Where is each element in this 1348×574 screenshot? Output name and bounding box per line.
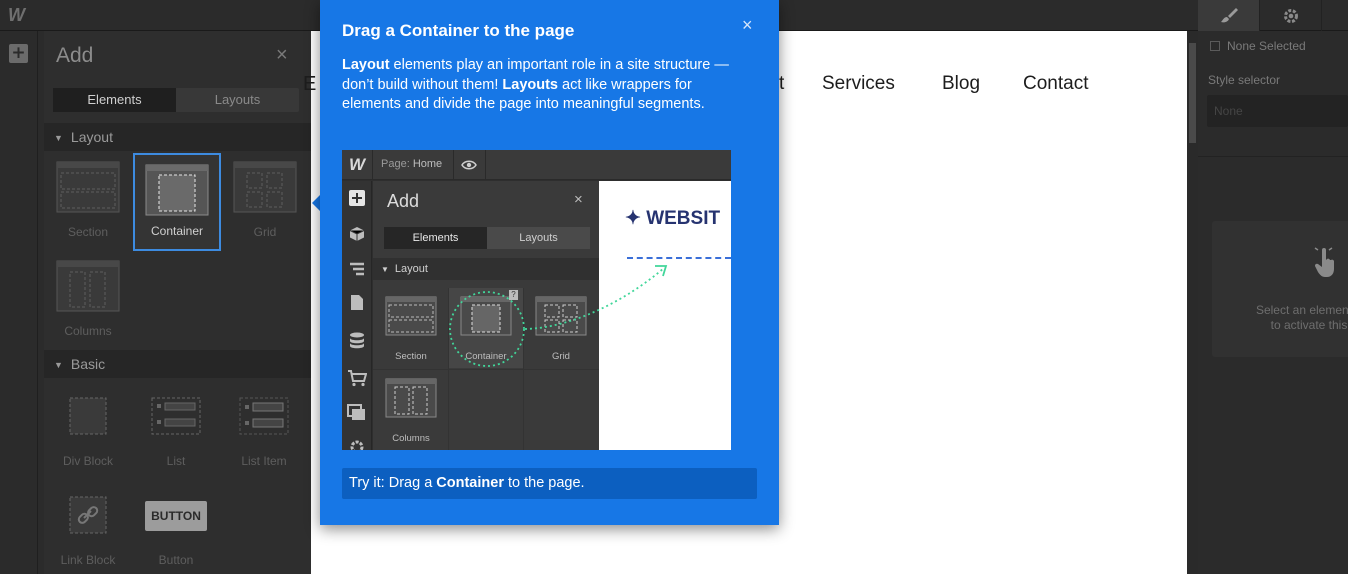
- canvas-scrollbar[interactable]: [1187, 31, 1198, 574]
- settings-tab[interactable]: [1260, 0, 1322, 31]
- section-header-layout[interactable]: ▼ Layout: [44, 123, 312, 151]
- popover-body: Layout elements play an important role i…: [342, 57, 729, 112]
- div-block-icon: [69, 397, 107, 435]
- style-selector-label: Style selector: [1208, 73, 1281, 87]
- close-icon[interactable]: ×: [742, 15, 753, 36]
- nav-link-contact[interactable]: Contact: [1023, 73, 1088, 95]
- style-panel: None Selected Style selector None Select…: [1198, 31, 1348, 574]
- nav-brand-partial: E: [303, 73, 317, 95]
- nav-link-partial: t: [779, 73, 785, 94]
- element-tile-container[interactable]: Container: [133, 153, 221, 251]
- element-tile-button[interactable]: BUTTON Button: [132, 480, 220, 574]
- divider: [1198, 156, 1348, 157]
- button-preview: BUTTON: [145, 501, 207, 531]
- grid-icon: [233, 161, 297, 213]
- link-icon: [69, 496, 107, 534]
- add-panel: Add × Elements Layouts ▼ Layout Section C…: [44, 31, 312, 574]
- element-tile-section[interactable]: Section: [44, 152, 132, 250]
- tutorial-illustration: W Page: Home Add × Elements Layouts ▼ La…: [342, 150, 731, 450]
- empty-selection-card: Select an element o to activate this: [1212, 221, 1348, 357]
- element-tile-link-block[interactable]: Link Block: [44, 480, 132, 574]
- element-tile-columns[interactable]: Columns: [44, 251, 132, 349]
- left-toolbar: +: [0, 31, 38, 574]
- try-it-banner: Try it: Drag a Container to the page.: [342, 468, 757, 499]
- element-tile-grid[interactable]: Grid: [221, 152, 309, 250]
- container-icon: [145, 164, 209, 216]
- webflow-designer: { "app": {"logo": "W"}, "add_panel": { "…: [0, 0, 1348, 574]
- caret-down-icon: ▼: [54, 133, 63, 143]
- columns-icon: [56, 260, 120, 312]
- add-panel-title: Add: [56, 44, 94, 67]
- caret-down-icon: ▼: [54, 360, 63, 370]
- list-item-icon: [239, 397, 289, 435]
- element-tile-list-item[interactable]: List Item: [220, 381, 308, 479]
- pointer-hand-icon: [1314, 247, 1334, 277]
- close-icon[interactable]: ×: [276, 44, 288, 67]
- gear-icon: [1283, 8, 1298, 23]
- brush-icon: [1220, 7, 1238, 22]
- tab-elements[interactable]: Elements: [53, 88, 176, 112]
- popover-title: Drag a Container to the page: [342, 21, 575, 40]
- section-icon: [56, 161, 120, 213]
- webflow-logo[interactable]: W: [8, 5, 25, 26]
- element-tile-div-block[interactable]: Div Block: [44, 381, 132, 479]
- element-tile-list[interactable]: List: [132, 381, 220, 479]
- list-icon: [151, 397, 201, 435]
- add-panel-button[interactable]: +: [9, 44, 28, 63]
- right-panel-tabs: [1198, 0, 1348, 31]
- section-header-basic[interactable]: ▼ Basic: [44, 350, 312, 378]
- empty-selection-hint: Select an element o to activate this: [1255, 303, 1348, 332]
- none-selected-checkbox[interactable]: [1210, 41, 1220, 51]
- nav-link-services[interactable]: Services: [822, 73, 895, 95]
- tutorial-popover: Drag a Container to the page × Layout el…: [320, 0, 779, 525]
- nav-link-blog[interactable]: Blog: [942, 73, 980, 95]
- style-tab[interactable]: [1198, 0, 1260, 31]
- drag-path-arrow: [449, 265, 668, 367]
- style-selector-input[interactable]: None: [1207, 95, 1348, 127]
- tab-layouts[interactable]: Layouts: [176, 88, 299, 112]
- scroll-thumb[interactable]: [1189, 43, 1196, 143]
- add-panel-tabs: Elements Layouts: [53, 88, 299, 112]
- none-selected-label: None Selected: [1227, 39, 1306, 53]
